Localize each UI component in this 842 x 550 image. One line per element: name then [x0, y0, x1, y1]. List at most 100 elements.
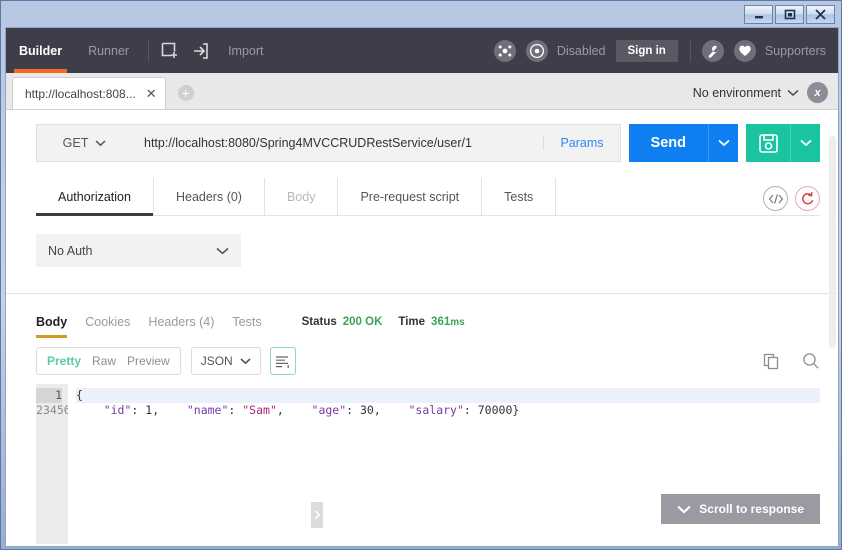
request-tabs-actions — [763, 186, 820, 211]
os-window: Builder Runner Import Disabled Sign in S… — [0, 0, 842, 550]
send-options-button[interactable] — [708, 124, 738, 162]
method-label: GET — [62, 136, 89, 150]
supporters-button[interactable] — [733, 39, 756, 62]
chevron-down-icon — [95, 139, 106, 146]
params-label: Params — [560, 136, 604, 150]
code-token: : — [228, 403, 243, 417]
close-button[interactable] — [806, 5, 835, 24]
app-header-left: Builder Runner Import — [6, 28, 277, 73]
response-meta: Status 200 OK Time 361ms — [302, 316, 465, 328]
code-token: : — [463, 403, 478, 417]
response-tab-body-label: Body — [36, 315, 68, 329]
format-toggle-group: Pretty Raw Preview — [36, 347, 181, 375]
vertical-scrollbar[interactable] — [829, 136, 836, 348]
reset-button[interactable] — [795, 186, 820, 211]
language-label: JSON — [200, 354, 233, 368]
code-line: "salary": 70000 — [381, 403, 513, 417]
settings-button[interactable] — [701, 39, 724, 62]
copy-icon — [763, 353, 779, 369]
send-button[interactable]: Send — [628, 124, 708, 162]
line-number: 5 — [56, 403, 64, 417]
import-icon — [194, 42, 208, 59]
tab-pre-request-script[interactable]: Pre-request script — [338, 178, 483, 215]
nav-runner-label: Runner — [88, 43, 130, 58]
line-number: 2 — [36, 403, 43, 417]
code-line: "age": 30, — [284, 403, 381, 417]
tab-body[interactable]: Body — [265, 178, 339, 215]
tab-headers[interactable]: Headers (0) — [154, 178, 265, 215]
code-line: { — [76, 388, 820, 403]
response-tab-headers[interactable]: Headers (4) — [148, 308, 214, 336]
maximize-button[interactable] — [775, 5, 804, 24]
auth-type-select[interactable]: No Auth — [36, 234, 241, 267]
status-badge: 200 OK — [342, 316, 383, 328]
save-disk-icon — [758, 133, 778, 153]
save-options-button[interactable] — [790, 124, 820, 162]
sign-in-button[interactable]: Sign in — [615, 39, 678, 62]
nav-runner[interactable]: Runner — [75, 28, 142, 73]
status-label: Status — [301, 316, 337, 328]
language-select[interactable]: JSON — [190, 347, 261, 375]
tab-strip: http://localhost:808... ✕ + No environme… — [6, 73, 838, 110]
environment-quicklook-glyph: x — [814, 86, 821, 99]
close-icon[interactable]: ✕ — [146, 87, 157, 100]
response-tab-cookies[interactable]: Cookies — [85, 308, 130, 336]
tab-authorization[interactable]: Authorization — [36, 178, 154, 216]
chevron-right-icon — [314, 510, 320, 520]
heart-icon — [739, 45, 751, 56]
response-tab-tests[interactable]: Tests — [232, 308, 261, 336]
interceptor-status: Disabled — [556, 43, 606, 58]
window-titlebar — [4, 4, 838, 26]
tab-headers-label: Headers (0) — [175, 189, 242, 204]
format-preview[interactable]: Preview — [127, 354, 170, 368]
environment-quicklook-button[interactable]: x — [807, 82, 828, 103]
tab-tests[interactable]: Tests — [482, 178, 557, 215]
sidebar-toggle-button[interactable] — [311, 502, 323, 528]
interceptor-icon — [529, 43, 544, 58]
search-button[interactable] — [802, 352, 820, 370]
word-wrap-button[interactable] — [269, 347, 296, 375]
import-button[interactable] — [185, 36, 215, 66]
search-icon — [803, 353, 819, 369]
save-button[interactable] — [746, 124, 790, 162]
header-divider — [148, 39, 150, 62]
params-button[interactable]: Params — [543, 136, 619, 150]
code-token: 30 — [360, 403, 374, 417]
minimize-icon — [754, 15, 763, 18]
code-token: , — [373, 403, 381, 417]
interceptor-button[interactable] — [525, 39, 548, 62]
close-icon — [815, 9, 826, 20]
url-input[interactable] — [144, 136, 544, 150]
code-token: , — [276, 403, 284, 417]
chevron-down-icon — [787, 89, 799, 96]
environment-selector[interactable]: No environment x — [693, 82, 828, 103]
format-raw[interactable]: Raw — [92, 354, 116, 368]
code-button[interactable] — [763, 186, 788, 211]
chevron-down-icon — [717, 139, 730, 147]
response-tab-body[interactable]: Body — [36, 308, 68, 338]
scroll-to-response-button[interactable]: Scroll to response — [661, 494, 820, 524]
environment-label: No environment — [692, 85, 781, 100]
postman-app: Builder Runner Import Disabled Sign in S… — [5, 27, 839, 547]
minimize-button[interactable] — [744, 5, 773, 24]
response-tab-tests-label: Tests — [232, 315, 262, 329]
wrench-icon — [708, 45, 718, 58]
method-select[interactable]: GET — [36, 124, 132, 162]
format-pretty[interactable]: Pretty — [47, 354, 81, 368]
maximize-icon — [784, 9, 795, 20]
request-tab[interactable]: http://localhost:808... ✕ — [12, 77, 166, 109]
sync-button[interactable] — [493, 39, 516, 62]
auth-type-label: No Auth — [48, 243, 93, 258]
copy-button[interactable] — [763, 353, 780, 370]
new-button[interactable] — [155, 36, 185, 66]
nav-builder[interactable]: Builder — [6, 28, 75, 73]
chevron-down-icon — [799, 139, 812, 147]
plus-icon[interactable]: + — [177, 85, 194, 101]
import-label-item[interactable]: Import — [215, 28, 276, 73]
code-token: : — [346, 403, 360, 417]
line-number: 1 — [36, 388, 62, 403]
response-toolbar-actions — [763, 352, 820, 370]
response-tab-headers-label: Headers (4) — [148, 315, 215, 329]
